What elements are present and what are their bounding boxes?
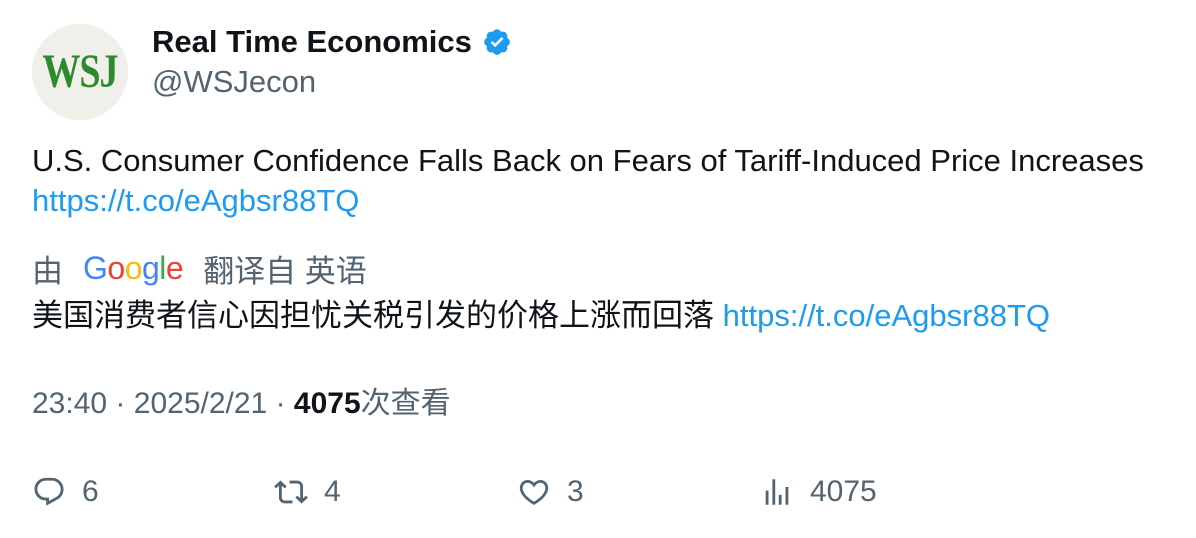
reply-count: 6 [82,475,99,508]
action-bar: 6 4 3 4075 [0,470,1196,514]
reply-icon [34,477,64,506]
tweet-date[interactable]: 2025/2/21 [134,387,267,420]
translated-body: 美国消费者信心因担忧关税引发的价格上涨而回落 [32,298,714,333]
verified-badge-icon [482,27,512,57]
tweet-metadata: 23:40 · 2025/2/21 · 4075次查看 [32,384,451,424]
like-count: 3 [567,475,584,508]
translation-attribution: 由 Google 翻译自 英语 [32,246,367,290]
reply-button[interactable]: 6 [32,470,99,514]
meta-separator: · [275,387,286,420]
tweet-text: U.S. Consumer Confidence Falls Back on F… [32,141,1152,221]
retweet-button[interactable]: 4 [274,470,341,514]
retweet-icon [274,480,308,504]
like-button[interactable]: 3 [517,470,584,514]
google-logo-icon[interactable]: Google [83,250,184,287]
tweet-link[interactable]: https://t.co/eAgbsr88TQ [32,183,359,218]
retweet-count: 4 [324,475,341,508]
views-action-count: 4075 [810,475,877,508]
bar-chart-icon [765,479,789,505]
translated-tweet-text: 美国消费者信心因担忧关税引发的价格上涨而回落 https://t.co/eAgb… [32,295,1172,337]
tweet-time[interactable]: 23:40 [32,387,107,420]
wsj-logo: WSJ [42,45,118,99]
author-handle[interactable]: @WSJecon [152,62,316,102]
avatar[interactable]: WSJ [32,24,128,120]
author-name-row: Real Time Economics [152,22,512,62]
views-label: 次查看 [360,387,451,420]
heart-icon [519,479,549,505]
translated-link[interactable]: https://t.co/eAgbsr88TQ [723,298,1050,333]
translation-suffix: 翻译自 英语 [203,253,367,289]
views-button[interactable]: 4075 [760,470,877,514]
translation-prefix: 由 [32,253,63,289]
views-count: 4075 [293,387,361,420]
tweet-body: U.S. Consumer Confidence Falls Back on F… [32,143,1144,178]
author-display-name[interactable]: Real Time Economics [152,24,472,60]
meta-separator: · [115,387,126,420]
